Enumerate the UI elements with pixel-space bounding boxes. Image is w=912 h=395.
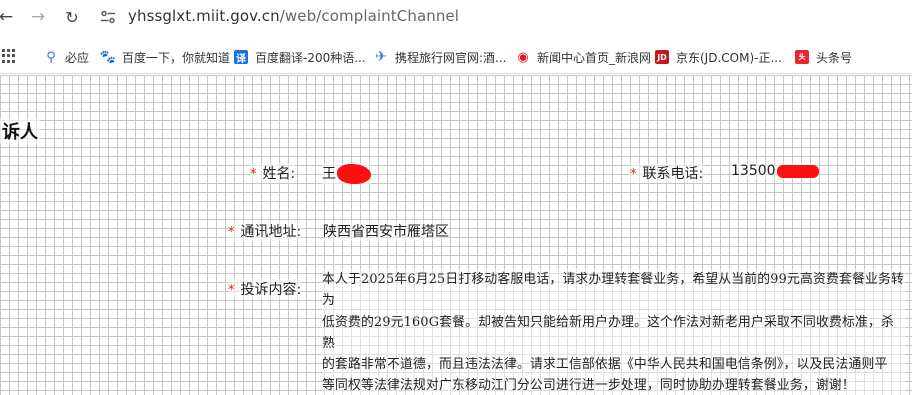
toutiao-icon: 头 bbox=[795, 50, 809, 64]
phone-label: * 联系电话: bbox=[630, 163, 704, 183]
name-label: * 姓名: bbox=[250, 163, 296, 183]
required-mark: * bbox=[630, 167, 637, 182]
bookmark-label: 携程旅行网官网:酒... bbox=[395, 50, 507, 65]
reload-icon[interactable]: ↻ bbox=[60, 6, 84, 28]
phone-label-text: 联系电话: bbox=[642, 166, 704, 182]
content-line: 的套路非常不道德，而且违法法律。请求工信部依据《中华人民共和国电信条例》，以及民… bbox=[322, 357, 888, 373]
search-icon: ⚲ bbox=[46, 49, 56, 65]
bookmark-label: 头条号 bbox=[816, 50, 853, 65]
baidu-paw-icon: 🐾 bbox=[99, 49, 117, 65]
ctrip-icon: ✈ bbox=[375, 49, 387, 65]
jd-icon: JD bbox=[655, 50, 669, 64]
apps-grid-icon[interactable] bbox=[2, 49, 16, 63]
forward-arrow-icon[interactable]: → bbox=[26, 6, 50, 28]
url-field[interactable]: yhssglxt.miit.gov.cn/web/complaintChanne… bbox=[128, 7, 459, 25]
weibo-icon: ◉ bbox=[517, 49, 529, 65]
content-line: 本人于2025年6月25日打移动客服电话，请求办理转套餐业务，希望从当前的99元… bbox=[322, 272, 904, 309]
bookmark-sina[interactable]: ◉ 新闻中心首页_新浪网 bbox=[516, 48, 651, 66]
bookmark-baidu-translate[interactable]: 译 百度翻译-200种语... bbox=[234, 48, 366, 66]
bookmark-label: 百度一下，你就知道 bbox=[122, 50, 231, 65]
required-mark: * bbox=[228, 283, 235, 298]
url-host: yhssglxt.miit.gov.cn bbox=[128, 7, 280, 25]
address-label: * 通讯地址: bbox=[228, 221, 302, 241]
address-field[interactable]: 陕西省西安市雁塔区 bbox=[323, 221, 449, 241]
name-field[interactable]: 王 bbox=[322, 163, 371, 184]
address-bar-row: ← → ↻ yhssglxt.miit.gov.cn/web/complaint… bbox=[0, 0, 912, 36]
phone-value: 13500 bbox=[731, 163, 776, 179]
url-path: /web/complaintChannel bbox=[279, 7, 460, 25]
bookmark-jd[interactable]: JD 京东(JD.COM)-正... bbox=[655, 48, 782, 66]
redaction-mark bbox=[337, 164, 371, 184]
bookmarks-bar: ⚲ 必应 🐾 百度一下，你就知道 译 百度翻译-200种语... ✈ 携程旅行网… bbox=[0, 40, 912, 74]
name-label-text: 姓名: bbox=[262, 166, 296, 182]
phone-field[interactable]: 13500 bbox=[731, 163, 819, 179]
section-title: 诉人 bbox=[0, 118, 40, 144]
name-value: 王 bbox=[322, 166, 336, 182]
bookmark-toutiao[interactable]: 头 头条号 bbox=[795, 48, 852, 66]
bookmark-baidu[interactable]: 🐾 百度一下，你就知道 bbox=[99, 48, 231, 66]
bookmark-label: 京东(JD.COM)-正... bbox=[676, 50, 782, 65]
content-label: * 投诉内容: bbox=[228, 279, 302, 299]
address-label-text: 通讯地址: bbox=[240, 224, 302, 240]
required-mark: * bbox=[250, 167, 257, 182]
site-info-icon[interactable] bbox=[100, 10, 116, 24]
content-label-text: 投诉内容: bbox=[240, 282, 302, 298]
address-value: 陕西省西安市雁塔区 bbox=[323, 224, 449, 240]
complaint-content[interactable]: 本人于2025年6月25日打移动客服电话，请求办理转套餐业务，希望从当前的99元… bbox=[322, 269, 906, 395]
bookmark-ctrip[interactable]: ✈ 携程旅行网官网:酒... bbox=[374, 48, 507, 66]
complaint-page: 诉人 * 姓名: 王 * 联系电话: 13500 * 通讯地址: 陕西省西安市雁塔区 … bbox=[0, 75, 912, 395]
bookmark-label: 必应 bbox=[65, 50, 90, 65]
content-line: 低资费的29元160G套餐。却被告知只能给新用户办理。这个作法对新老用户采取不同… bbox=[322, 314, 895, 351]
required-mark: * bbox=[228, 225, 235, 240]
translate-icon: 译 bbox=[234, 50, 248, 65]
back-arrow-icon[interactable]: ← bbox=[0, 6, 18, 28]
bookmark-label: 百度翻译-200种语... bbox=[255, 50, 366, 65]
bookmark-bing[interactable]: ⚲ 必应 bbox=[44, 48, 89, 66]
content-line: 等同权等法律法规对广东移动江门分公司进行进一步处理，同时协助办理转套餐业务，谢谢… bbox=[322, 378, 855, 394]
redaction-mark bbox=[776, 164, 819, 178]
bookmark-label: 新闻中心首页_新浪网 bbox=[537, 50, 652, 65]
